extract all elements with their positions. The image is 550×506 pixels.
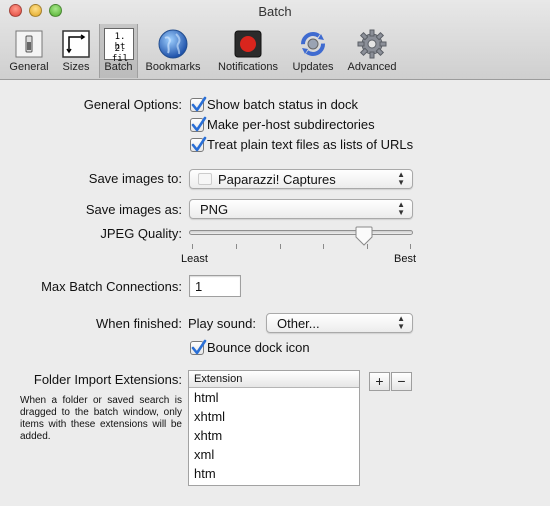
titlebar: Batch General Sizes 1. ht 2. fil Batch B… [0,0,550,80]
table-row[interactable]: html [194,390,219,405]
save-location-popup[interactable]: Paparazzi! Captures ▲ ▼ [189,169,413,189]
plain-text-urls-label: Treat plain text files as lists of URLs [207,137,414,152]
popup-arrows-icon: ▲ ▼ [397,200,405,217]
switch-icon [13,28,45,60]
tab-general[interactable]: General [4,24,54,78]
extensions-table[interactable]: Extension html xhtml xhtm xml htm [188,370,360,486]
show-batch-status-label: Show batch status in dock [207,97,359,112]
checkmark-icon [191,339,207,355]
remove-extension-button[interactable]: − [391,372,412,391]
tab-general-label: General [9,61,49,73]
max-batch-connections-label: Max Batch Connections: [41,279,182,294]
add-extension-button[interactable]: + [369,372,390,391]
image-format-popup[interactable]: PNG ▲ ▼ [189,199,413,219]
show-batch-status-checkbox[interactable] [190,96,207,112]
tab-bookmarks[interactable]: Bookmarks [141,24,205,78]
table-row[interactable]: xhtm [194,428,222,443]
tab-updates[interactable]: Updates [289,24,337,78]
slider-tick [280,244,281,249]
bounce-dock-icon-label: Bounce dock icon [207,340,310,355]
slider-tick [323,244,324,249]
folder-icon [198,173,212,185]
sizes-icon [60,28,92,60]
tab-sizes-label: Sizes [62,61,90,73]
slider-tick [236,244,237,249]
sound-popup[interactable]: Other... ▲ ▼ [266,313,413,333]
record-icon [232,28,264,60]
plain-text-urls-checkbox[interactable] [190,136,207,152]
jpeg-quality-label: JPEG Quality: [100,226,182,241]
globe-icon [157,28,189,60]
extension-column-header[interactable]: Extension [189,371,359,388]
table-row[interactable]: xml [194,447,214,462]
max-batch-connections-value: 1 [195,279,203,294]
slider-max-label: Best [394,253,417,265]
window-title: Batch [258,4,292,19]
when-finished-label: When finished: [96,316,182,331]
per-host-subdirectories-checkbox[interactable] [190,116,207,132]
jpeg-quality-slider-knob[interactable] [355,226,373,249]
popup-arrows-icon: ▲ ▼ [397,170,405,187]
tab-advanced[interactable]: Advanced [343,24,401,78]
save-images-as-label: Save images as: [85,202,182,217]
max-batch-connections-field[interactable]: 1 [189,275,241,297]
slider-tick [192,244,193,249]
tab-advanced-label: Advanced [347,61,397,73]
tab-batch-label: Batch [104,61,133,73]
folder-import-label: Folder Import Extensions: [33,372,182,387]
checkmark-icon [191,96,207,112]
tab-notifications-label: Notifications [218,61,278,73]
save-images-to-label: Save images to: [88,171,182,186]
sound-value: Other... [277,316,320,331]
checkmark-icon [191,136,207,152]
popup-arrows-icon: ▲ ▼ [397,314,405,331]
table-row[interactable]: htm [194,466,216,481]
image-format-value: PNG [200,202,229,217]
general-options-label: General Options: [83,97,182,112]
tab-updates-label: Updates [292,61,334,73]
tab-notifications[interactable]: Notifications [211,24,285,78]
preferences-window: Batch General Sizes 1. ht 2. fil Batch B… [0,0,550,506]
batch-list-icon: 1. ht 2. fil [103,28,134,64]
slider-min-label: Least [181,253,208,265]
save-location-value: Paparazzi! Captures [218,172,336,187]
play-sound-label: Play sound: [188,316,256,331]
tab-sizes[interactable]: Sizes [56,24,96,78]
folder-import-help: When a folder or saved search is dragged… [20,395,182,442]
table-row[interactable]: xhtml [194,409,225,424]
bounce-dock-icon-checkbox[interactable] [190,339,207,355]
gear-icon [356,28,388,60]
sync-icon [297,28,329,60]
checkmark-icon [191,116,207,132]
slider-tick [410,244,411,249]
tab-bookmarks-label: Bookmarks [145,61,201,73]
per-host-subdirectories-label: Make per-host subdirectories [207,117,375,132]
jpeg-quality-track[interactable] [189,230,413,235]
tab-batch[interactable]: 1. ht 2. fil Batch [99,24,138,78]
